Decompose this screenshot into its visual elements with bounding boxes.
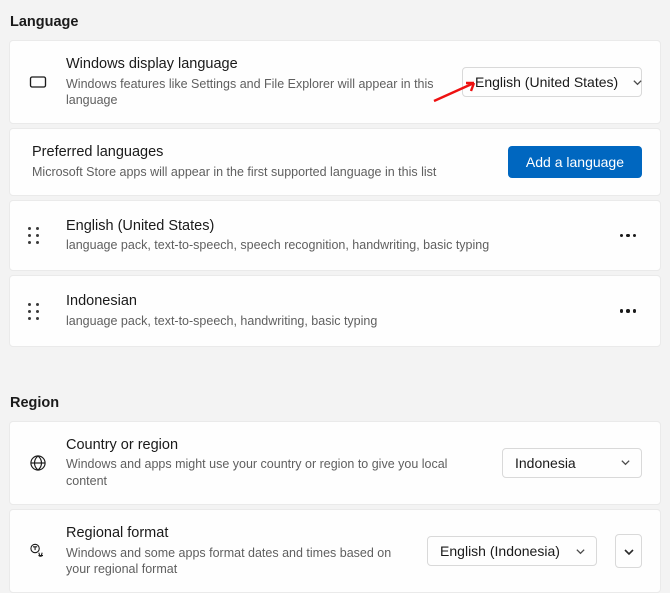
chevron-down-icon	[620, 457, 631, 468]
chevron-down-icon	[632, 77, 643, 88]
regional-format-selected: English (Indonesia)	[440, 543, 561, 559]
drag-handle-icon[interactable]	[28, 303, 44, 319]
regional-format-icon	[28, 541, 48, 561]
preferred-languages-card: Preferred languages Microsoft Store apps…	[9, 128, 661, 195]
display-language-dropdown[interactable]: English (United States)	[462, 67, 642, 97]
drag-handle-icon[interactable]	[28, 227, 44, 243]
display-language-subtitle: Windows features like Settings and File …	[66, 76, 444, 110]
language-item-name: Indonesian	[66, 292, 592, 312]
preferred-languages-subtitle: Microsoft Store apps will appear in the …	[32, 164, 490, 181]
more-options-button[interactable]	[614, 228, 642, 244]
expand-section-button[interactable]	[615, 534, 642, 568]
regional-format-dropdown[interactable]: English (Indonesia)	[427, 536, 597, 566]
display-icon	[28, 72, 48, 92]
language-item: English (United States) language pack, t…	[9, 200, 661, 271]
add-language-button[interactable]: Add a language	[508, 146, 642, 178]
language-heading: Language	[0, 0, 670, 40]
language-item-features: language pack, text-to-speech, handwriti…	[66, 313, 592, 330]
display-language-card: Windows display language Windows feature…	[9, 40, 661, 124]
region-heading: Region	[0, 381, 670, 421]
country-title: Country or region	[66, 436, 484, 456]
display-language-selected: English (United States)	[475, 74, 618, 90]
chevron-down-icon	[575, 546, 586, 557]
language-item-name: English (United States)	[66, 217, 592, 237]
regional-format-subtitle: Windows and some apps format dates and t…	[66, 545, 409, 579]
preferred-languages-title: Preferred languages	[32, 143, 490, 163]
regional-format-card: Regional format Windows and some apps fo…	[9, 509, 661, 593]
language-item: Indonesian language pack, text-to-speech…	[9, 275, 661, 346]
chevron-down-icon	[623, 546, 634, 557]
language-item-features: language pack, text-to-speech, speech re…	[66, 237, 592, 254]
regional-format-title: Regional format	[66, 524, 409, 544]
display-language-title: Windows display language	[66, 55, 444, 75]
globe-icon	[28, 453, 48, 473]
more-options-button[interactable]	[614, 303, 642, 319]
country-selected: Indonesia	[515, 455, 606, 471]
country-subtitle: Windows and apps might use your country …	[66, 456, 484, 490]
country-region-card: Country or region Windows and apps might…	[9, 421, 661, 505]
country-dropdown[interactable]: Indonesia	[502, 448, 642, 478]
